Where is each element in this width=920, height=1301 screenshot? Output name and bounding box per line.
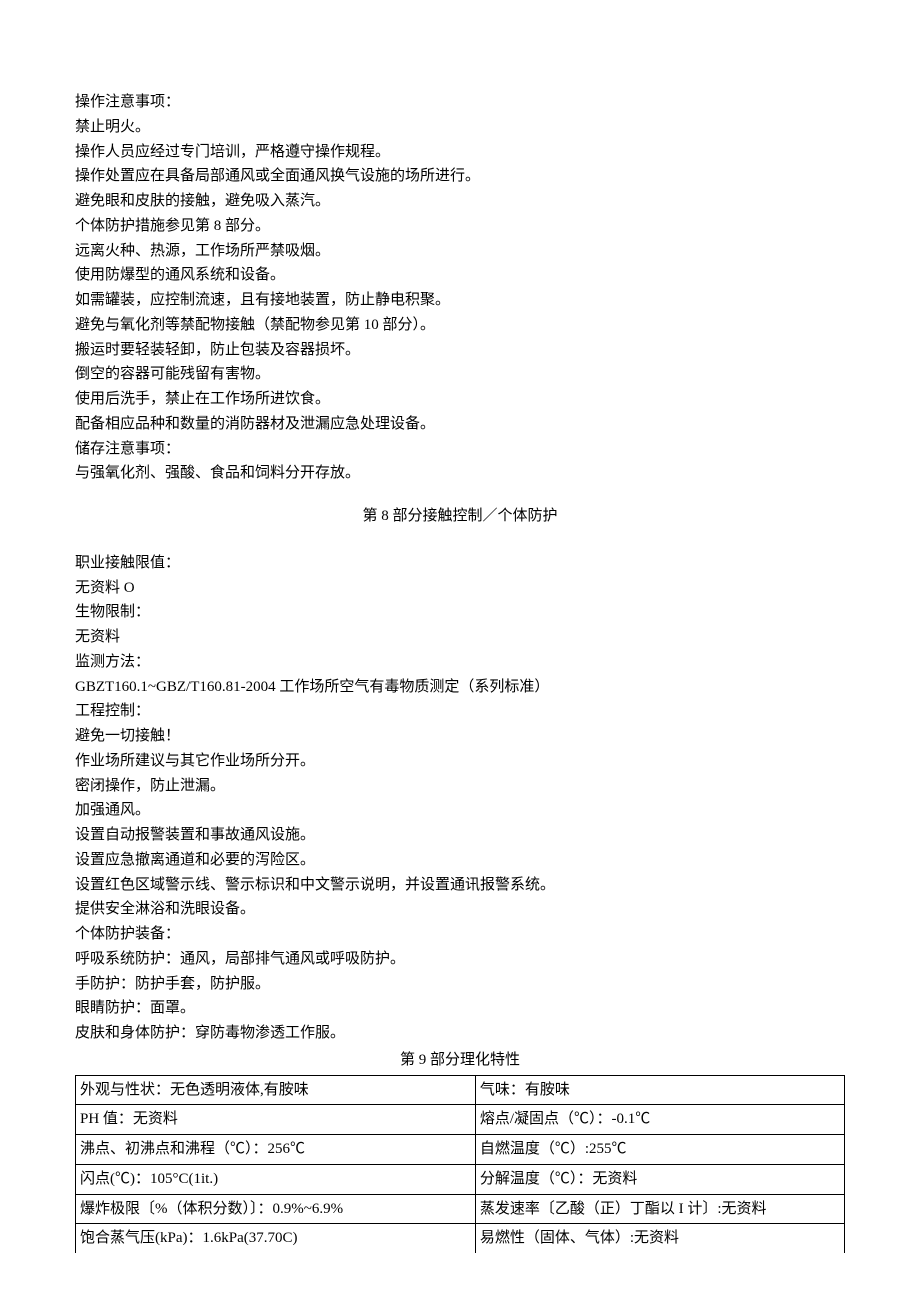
cell-flash: 闪点(℃)：105°C(1it.) <box>76 1164 476 1194</box>
storage-line: 与强氧化剂、强酸、食品和饲料分开存放。 <box>75 461 845 486</box>
ops-line: 倒空的容器可能残留有害物。 <box>75 362 845 387</box>
table-row: 饱合蒸气压(kPa)：1.6kPa(37.70C) 易燃性（固体、气体）:无资料 <box>76 1224 845 1253</box>
cell-vapor: 饱合蒸气压(kPa)：1.6kPa(37.70C) <box>76 1224 476 1253</box>
cell-evap: 蒸发速率〔乙酸（正）丁酯以 I 计〕:无资料 <box>475 1194 844 1224</box>
cell-ph: PH 值：无资料 <box>76 1105 476 1135</box>
ops-line: 使用防爆型的通风系统和设备。 <box>75 263 845 288</box>
ppe-title: 个体防护装备： <box>75 922 845 947</box>
cell-appearance: 外观与性状：无色透明液体,有胺味 <box>76 1075 476 1105</box>
eng-control-line: 提供安全淋浴和洗眼设备。 <box>75 897 845 922</box>
ops-line: 避免眼和皮肤的接触，避免吸入蒸汽。 <box>75 189 845 214</box>
ops-line: 操作人员应经过专门培训，严格遵守操作规程。 <box>75 140 845 165</box>
ops-line: 远离火种、热源，工作场所严禁吸烟。 <box>75 239 845 264</box>
table-row: PH 值：无资料 熔点/凝固点（℃）：-0.1℃ <box>76 1105 845 1135</box>
cell-autoignition: 自燃温度（℃）:255℃ <box>475 1135 844 1165</box>
ops-title: 操作注意事项： <box>75 90 845 115</box>
table-row: 闪点(℃)：105°C(1it.) 分解温度（℃）：无资料 <box>76 1164 845 1194</box>
ops-line: 操作处置应在具备局部通风或全面通风换气设施的场所进行。 <box>75 164 845 189</box>
ppe-line: 手防护：防护手套，防护服。 <box>75 972 845 997</box>
ppe-line: 眼睛防护：面罩。 <box>75 996 845 1021</box>
table-row: 爆炸极限〔%（体积分数）〕：0.9%~6.9% 蒸发速率〔乙酸（正）丁酯以 I … <box>76 1194 845 1224</box>
monitor-title: 监测方法： <box>75 650 845 675</box>
eng-control-line: 避免一切接触！ <box>75 724 845 749</box>
properties-table: 外观与性状：无色透明液体,有胺味 气味：有胺味 PH 值：无资料 熔点/凝固点（… <box>75 1075 845 1254</box>
ppe-line: 呼吸系统防护：通风，局部排气通风或呼吸防护。 <box>75 947 845 972</box>
ops-line: 搬运时要轻装轻卸，防止包装及容器损坏。 <box>75 338 845 363</box>
monitor-value: GBZT160.1~GBZ/T160.81-2004 工作场所空气有毒物质测定（… <box>75 675 845 700</box>
exposure-limit-title: 职业接触限值： <box>75 551 845 576</box>
cell-flammability: 易燃性（固体、气体）:无资料 <box>475 1224 844 1253</box>
bio-limit-title: 生物限制： <box>75 600 845 625</box>
table-row: 沸点、初沸点和沸程（℃）：256℃ 自燃温度（℃）:255℃ <box>76 1135 845 1165</box>
bio-limit-value: 无资料 <box>75 625 845 650</box>
ops-line: 如需罐装，应控制流速，且有接地装置，防止静电积聚。 <box>75 288 845 313</box>
eng-control-title: 工程控制： <box>75 699 845 724</box>
ops-line: 避免与氧化剂等禁配物接触（禁配物参见第 10 部分）。 <box>75 313 845 338</box>
cell-decomp: 分解温度（℃）：无资料 <box>475 1164 844 1194</box>
ppe-line: 皮肤和身体防护：穿防毒物渗透工作服。 <box>75 1021 845 1046</box>
table-row: 外观与性状：无色透明液体,有胺味 气味：有胺味 <box>76 1075 845 1105</box>
cell-melting: 熔点/凝固点（℃）：-0.1℃ <box>475 1105 844 1135</box>
ops-line: 个体防护措施参见第 8 部分。 <box>75 214 845 239</box>
eng-control-line: 设置红色区域警示线、警示标识和中文警示说明，并设置通讯报警系统。 <box>75 873 845 898</box>
exposure-limit-value: 无资料 O <box>75 576 845 601</box>
ops-line: 禁止明火。 <box>75 115 845 140</box>
cell-boiling: 沸点、初沸点和沸程（℃）：256℃ <box>76 1135 476 1165</box>
eng-control-line: 加强通风。 <box>75 798 845 823</box>
eng-control-line: 作业场所建议与其它作业场所分开。 <box>75 749 845 774</box>
storage-title: 储存注意事项： <box>75 437 845 462</box>
section-9-title: 第 9 部分理化特性 <box>75 1048 845 1073</box>
eng-control-line: 设置应急撤离通道和必要的泻险区。 <box>75 848 845 873</box>
eng-control-line: 设置自动报警装置和事故通风设施。 <box>75 823 845 848</box>
section-8-title: 第 8 部分接触控制／个体防护 <box>75 504 845 529</box>
cell-explosion: 爆炸极限〔%（体积分数）〕：0.9%~6.9% <box>76 1194 476 1224</box>
cell-odor: 气味：有胺味 <box>475 1075 844 1105</box>
ops-line: 使用后洗手，禁止在工作场所进饮食。 <box>75 387 845 412</box>
eng-control-line: 密闭操作，防止泄漏。 <box>75 774 845 799</box>
ops-line: 配备相应品种和数量的消防器材及泄漏应急处理设备。 <box>75 412 845 437</box>
